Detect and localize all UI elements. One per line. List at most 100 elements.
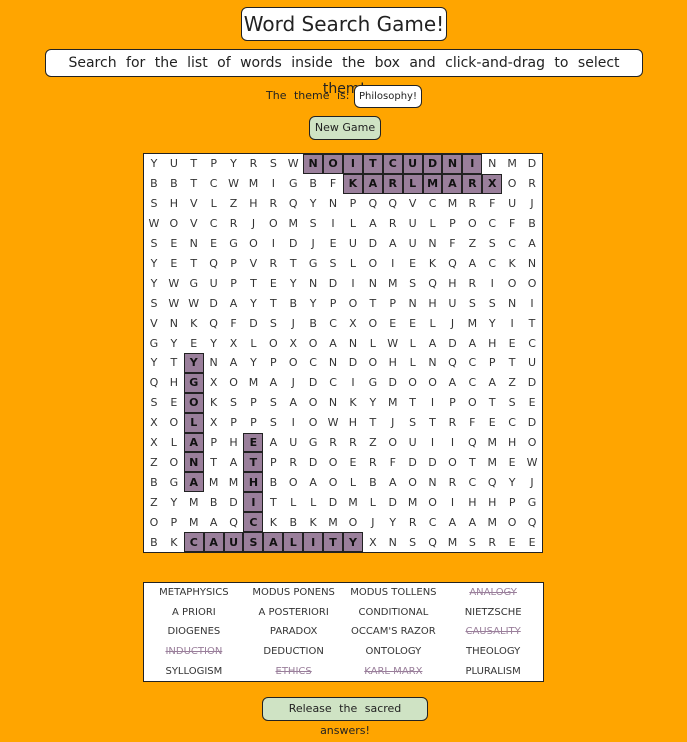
grid-cell[interactable]: J [283,373,303,393]
grid-cell[interactable]: D [403,452,423,472]
grid-cell[interactable]: T [184,154,204,174]
grid-cell[interactable]: E [502,452,522,472]
grid-cell[interactable]: H [482,333,502,353]
grid-cell[interactable]: W [164,273,184,293]
grid-cell[interactable]: A [204,512,224,532]
grid-cell[interactable]: A [462,512,482,532]
grid-cell[interactable]: A [362,173,383,194]
grid-cell[interactable]: M [283,214,303,234]
grid-cell[interactable]: I [342,154,363,174]
grid-cell[interactable]: B [144,174,164,194]
grid-cell[interactable]: V [243,253,263,273]
grid-cell[interactable]: Q [423,532,443,552]
grid-cell[interactable]: E [204,234,224,254]
grid-cell[interactable]: Q [283,194,303,214]
grid-cell[interactable]: I [323,214,343,234]
grid-cell[interactable]: S [144,234,164,254]
grid-cell[interactable]: F [383,452,403,472]
grid-cell[interactable]: N [323,194,343,214]
grid-cell[interactable]: O [323,472,343,492]
grid-cell[interactable]: N [164,313,184,333]
grid-cell[interactable]: A [442,512,462,532]
grid-cell[interactable]: N [502,293,522,313]
grid-cell[interactable]: R [263,194,283,214]
grid-cell[interactable]: S [303,214,323,234]
grid-cell[interactable]: A [363,214,383,234]
grid-cell[interactable]: O [522,273,542,293]
grid-cell[interactable]: C [204,174,224,194]
grid-cell[interactable]: I [263,234,283,254]
grid-cell[interactable]: Y [164,492,184,512]
grid-cell[interactable]: R [442,413,462,433]
grid-cell[interactable]: Y [144,273,164,293]
grid-cell[interactable]: A [323,333,343,353]
grid-cell[interactable]: I [383,253,403,273]
grid-cell[interactable]: L [402,173,423,194]
grid-cell[interactable]: Q [423,273,443,293]
grid-cell[interactable]: D [363,234,383,254]
grid-cell[interactable]: D [522,413,542,433]
grid-cell[interactable]: U [403,433,423,453]
grid-cell[interactable]: K [423,253,443,273]
grid-cell[interactable]: N [423,353,443,373]
grid-cell[interactable]: N [363,273,383,293]
grid-cell[interactable]: V [144,313,164,333]
grid-cell[interactable]: R [462,173,483,194]
grid-cell[interactable]: T [502,353,522,373]
grid-cell[interactable]: L [183,412,204,433]
grid-cell[interactable]: S [403,413,423,433]
grid-cell[interactable]: T [363,413,383,433]
grid-cell[interactable]: Y [224,154,244,174]
grid-cell[interactable]: S [323,253,343,273]
grid-cell[interactable]: C [323,313,343,333]
grid-cell[interactable]: S [403,532,423,552]
grid-cell[interactable]: G [224,234,244,254]
grid-cell[interactable]: H [224,433,244,453]
grid-cell[interactable]: N [482,154,502,174]
grid-cell[interactable]: P [323,293,343,313]
grid-cell[interactable]: L [283,532,304,552]
grid-cell[interactable]: W [224,174,244,194]
grid-cell[interactable]: A [203,532,224,552]
grid-cell[interactable]: O [323,452,343,472]
grid-cell[interactable]: G [184,273,204,293]
grid-cell[interactable]: N [184,234,204,254]
grid-cell[interactable]: L [403,353,423,373]
grid-cell[interactable]: H [442,273,462,293]
grid-cell[interactable]: S [482,293,502,313]
grid-cell[interactable]: Y [243,353,263,373]
grid-cell[interactable]: L [243,333,263,353]
grid-cell[interactable]: I [423,393,443,413]
grid-cell[interactable]: R [403,512,423,532]
grid-cell[interactable]: T [263,492,283,512]
grid-cell[interactable]: F [323,174,343,194]
grid-cell[interactable]: W [383,333,403,353]
grid-cell[interactable]: D [243,313,263,333]
grid-cell[interactable]: M [482,452,502,472]
grid-cell[interactable]: S [263,393,283,413]
grid-cell[interactable]: W [323,413,343,433]
grid-cell[interactable]: O [403,472,423,492]
grid-cell[interactable]: T [283,253,303,273]
grid-cell[interactable]: O [522,433,542,453]
grid-cell[interactable]: T [522,313,542,333]
grid-cell[interactable]: F [442,234,462,254]
grid-cell[interactable]: P [224,413,244,433]
grid-cell[interactable]: C [482,253,502,273]
grid-cell[interactable]: S [263,154,283,174]
grid-cell[interactable]: C [462,472,482,492]
grid-cell[interactable]: E [482,413,502,433]
grid-cell[interactable]: E [403,253,423,273]
grid-cell[interactable]: J [283,313,303,333]
grid-cell[interactable]: E [164,393,184,413]
grid-cell[interactable]: L [423,313,443,333]
grid-cell[interactable]: T [184,174,204,194]
grid-cell[interactable]: Y [144,353,164,373]
grid-cell[interactable]: A [462,253,482,273]
grid-cell[interactable]: H [343,413,363,433]
grid-cell[interactable]: S [263,313,283,333]
grid-cell[interactable]: Y [243,293,263,313]
grid-cell[interactable]: R [382,173,403,194]
grid-cell[interactable]: C [522,333,542,353]
grid-cell[interactable]: P [263,452,283,472]
